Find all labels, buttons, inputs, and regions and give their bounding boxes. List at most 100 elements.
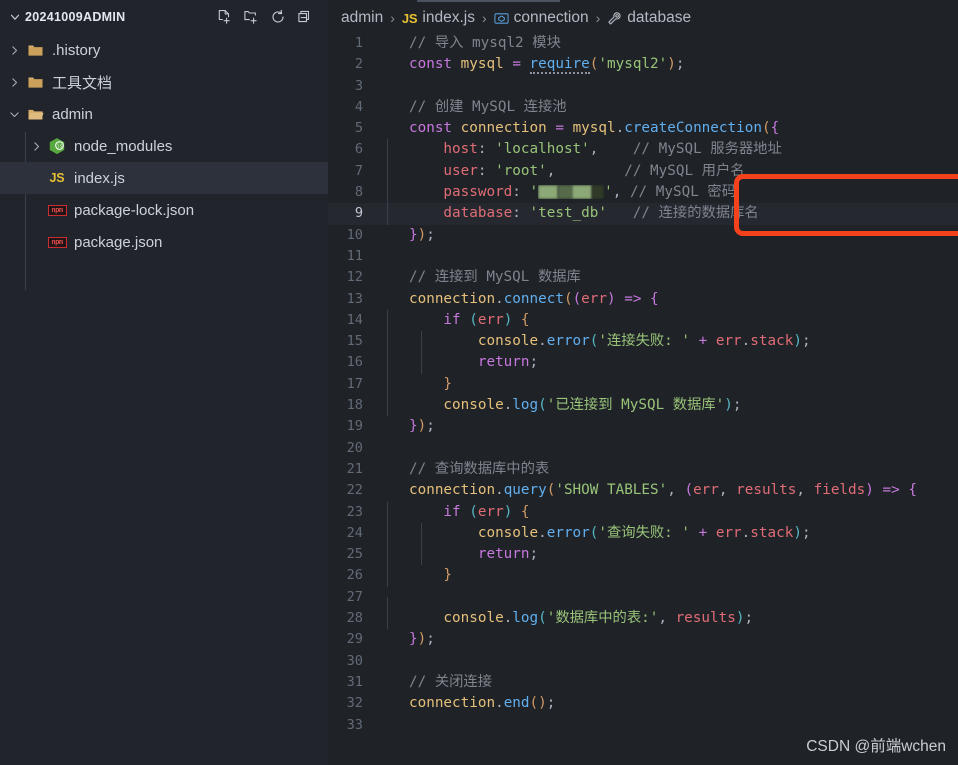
breadcrumb: admin › JS index.js › connection › database bbox=[328, 3, 958, 33]
new-file-icon[interactable] bbox=[215, 8, 233, 26]
code-line[interactable]: 1 // 导入 mysql2 模块 bbox=[328, 33, 958, 54]
breadcrumb-item-database[interactable]: database bbox=[607, 9, 691, 27]
code-token: host bbox=[409, 141, 478, 158]
code-token: . bbox=[741, 333, 751, 350]
code-token: . bbox=[503, 610, 513, 627]
code-line[interactable]: 33 bbox=[328, 715, 958, 736]
code-line-text: if (err) { bbox=[387, 501, 530, 523]
chevron-down-icon[interactable] bbox=[4, 104, 24, 124]
npm-file-icon: npm bbox=[46, 200, 68, 220]
code-line[interactable]: 25 return; bbox=[328, 544, 958, 566]
tree-item--[interactable]: 工具文档 bbox=[0, 66, 328, 98]
code-token: err bbox=[477, 311, 504, 328]
code-line[interactable]: 9 database: 'test_db' // 连接的数据库名 bbox=[328, 203, 958, 225]
code-line[interactable]: 26 } bbox=[328, 565, 958, 587]
tree-item-package-json[interactable]: npm package.json bbox=[0, 226, 328, 258]
code-token: ; bbox=[426, 226, 435, 243]
code-line[interactable]: 14 if (err) { bbox=[328, 309, 958, 332]
tree-item-index-js[interactable]: JS index.js bbox=[0, 162, 328, 194]
code-line-text: return; bbox=[387, 352, 538, 374]
code-indent-guide bbox=[387, 309, 388, 332]
code-line[interactable]: 15 console.error('连接失败: ' + err.stack); bbox=[328, 331, 958, 353]
code-line[interactable]: 23 if (err) { bbox=[328, 501, 958, 523]
code-line[interactable]: 16 return; bbox=[328, 352, 958, 374]
tree-item--history[interactable]: .history bbox=[0, 34, 328, 66]
code-line[interactable]: 6 host: 'localhost', // MySQL 服务器地址 bbox=[328, 139, 958, 161]
code-line[interactable]: 2 const mysql = require('mysql2'); bbox=[328, 54, 958, 75]
code-line[interactable]: 13 connection.connect((err) => { bbox=[328, 289, 958, 310]
code-editor[interactable]: 1// 导入 mysql2 模块 2 const mysql = require('… bbox=[328, 33, 958, 736]
code-token: stack bbox=[750, 333, 794, 350]
tree-item-package-lock-json[interactable]: npm package-lock.json bbox=[0, 194, 328, 226]
line-number: 27 bbox=[346, 588, 363, 605]
code-line[interactable]: 21 // 查询数据库中的表 bbox=[328, 459, 958, 480]
code-token: } bbox=[409, 418, 418, 435]
code-line[interactable]: 10}); bbox=[328, 225, 958, 246]
code-line[interactable]: 8 password: ' ', // MySQL 密码 bbox=[328, 182, 958, 204]
code-token: ( bbox=[529, 695, 539, 712]
breadcrumb-label: admin bbox=[341, 9, 384, 26]
code-line[interactable]: 18 console.log('已连接到 MySQL 数据库'); bbox=[328, 395, 958, 417]
code-line[interactable]: 17 } bbox=[328, 373, 958, 396]
code-token: // MySQL 密码 bbox=[621, 184, 737, 201]
code-line-text: if (err) { bbox=[387, 309, 530, 332]
breadcrumb-item-admin[interactable]: admin bbox=[341, 9, 383, 27]
code-token: ) bbox=[417, 418, 427, 435]
chevron-right-icon[interactable] bbox=[26, 136, 46, 156]
code-line[interactable]: 12 // 连接到 MySQL 数据库 bbox=[328, 267, 958, 288]
code-indent-guide bbox=[387, 501, 388, 523]
code-token: 'SHOW TABLES' bbox=[555, 482, 668, 499]
code-indent-guide bbox=[387, 331, 388, 353]
code-line[interactable]: 29}); bbox=[328, 629, 958, 650]
code-line[interactable]: 22 connection.query('SHOW TABLES', (err, … bbox=[328, 480, 958, 501]
code-token: ) bbox=[607, 290, 616, 307]
code-line[interactable]: 3 bbox=[328, 76, 958, 97]
code-token: '数据库中的表:' bbox=[546, 610, 659, 627]
code-line-text: }); bbox=[387, 416, 435, 437]
code-indent-guide bbox=[421, 352, 423, 374]
code-token: . bbox=[538, 333, 547, 350]
code-indent-guide bbox=[387, 203, 388, 225]
code-token: // 连接的数据库名 bbox=[606, 205, 759, 222]
tree-item-admin[interactable]: admin bbox=[0, 98, 328, 130]
code-line[interactable]: 30 bbox=[328, 651, 958, 672]
code-line[interactable]: 28 console.log('数据库中的表:', results); bbox=[328, 608, 958, 630]
code-token: { bbox=[770, 120, 780, 137]
chevron-down-icon[interactable] bbox=[6, 8, 24, 26]
code-line[interactable]: 32 connection.end(); bbox=[328, 693, 958, 714]
code-line-text: // 查询数据库中的表 bbox=[387, 459, 549, 480]
code-line[interactable]: 11 bbox=[328, 246, 958, 267]
new-folder-icon[interactable] bbox=[242, 8, 260, 26]
code-line[interactable]: 20 bbox=[328, 438, 958, 459]
chevron-right-icon[interactable] bbox=[4, 40, 24, 60]
breadcrumb-item-connection[interactable]: connection bbox=[494, 9, 589, 27]
explorer-sidebar: 20241009ADMIN .history 工具文档 admin js nod… bbox=[0, 0, 328, 765]
refresh-icon[interactable] bbox=[269, 8, 287, 26]
code-token: err bbox=[477, 503, 504, 520]
folder-icon bbox=[24, 40, 46, 60]
workspace-title: 20241009ADMIN bbox=[25, 9, 126, 24]
collapse-all-icon[interactable] bbox=[296, 8, 314, 26]
chevron-right-icon[interactable] bbox=[4, 72, 24, 92]
code-token: 'localhost' bbox=[495, 141, 590, 158]
code-line[interactable]: 27 bbox=[328, 587, 958, 619]
code-token: ) bbox=[417, 631, 427, 648]
code-line[interactable]: 19}); bbox=[328, 416, 958, 437]
breadcrumb-item-index-js[interactable]: JS index.js bbox=[402, 9, 475, 27]
code-line[interactable]: 7 user: 'root', // MySQL 用户名 bbox=[328, 160, 958, 183]
tree-item-node-modules[interactable]: js node_modules bbox=[0, 130, 328, 162]
breadcrumb-separator-icon: › bbox=[595, 10, 601, 26]
tree-item-label: package-lock.json bbox=[74, 201, 195, 219]
code-line[interactable]: 4 // 创建 MySQL 连接池 bbox=[328, 97, 958, 118]
code-token: connect bbox=[503, 290, 564, 307]
code-line[interactable]: 24 console.error('查询失败: ' + err.stack); bbox=[328, 522, 958, 545]
code-line-text: // 导入 mysql2 模块 bbox=[387, 33, 561, 54]
code-line[interactable]: 31 // 关闭连接 bbox=[328, 672, 958, 693]
breadcrumb-separator-icon: › bbox=[390, 10, 395, 26]
line-number: 13 bbox=[346, 290, 363, 307]
code-line[interactable]: 5 const connection = mysql.createConnecti… bbox=[328, 118, 958, 139]
code-token: // MySQL 服务器地址 bbox=[598, 141, 782, 158]
code-token: mysql bbox=[572, 120, 616, 137]
